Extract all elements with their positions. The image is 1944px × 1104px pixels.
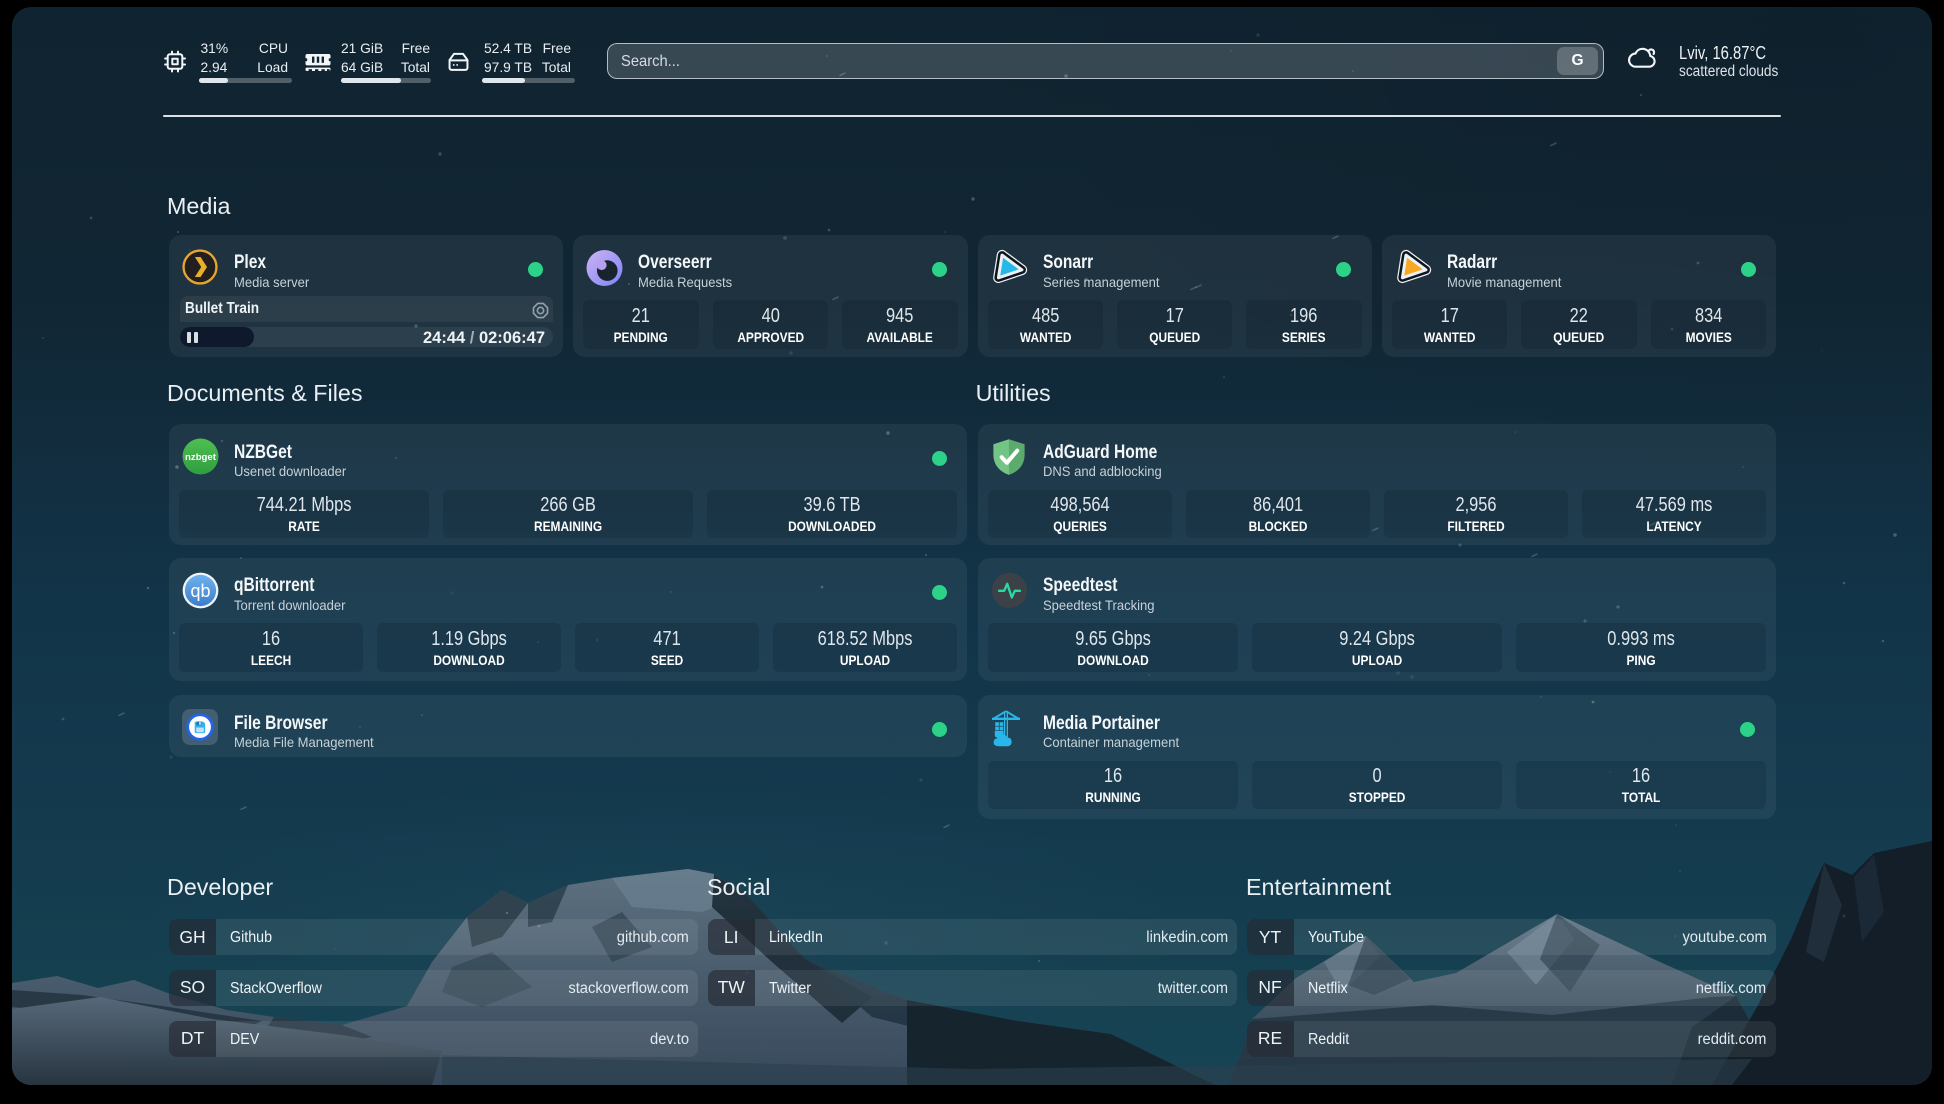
svg-text:nzbget: nzbget — [185, 452, 217, 463]
svg-text:qb: qb — [190, 581, 210, 601]
